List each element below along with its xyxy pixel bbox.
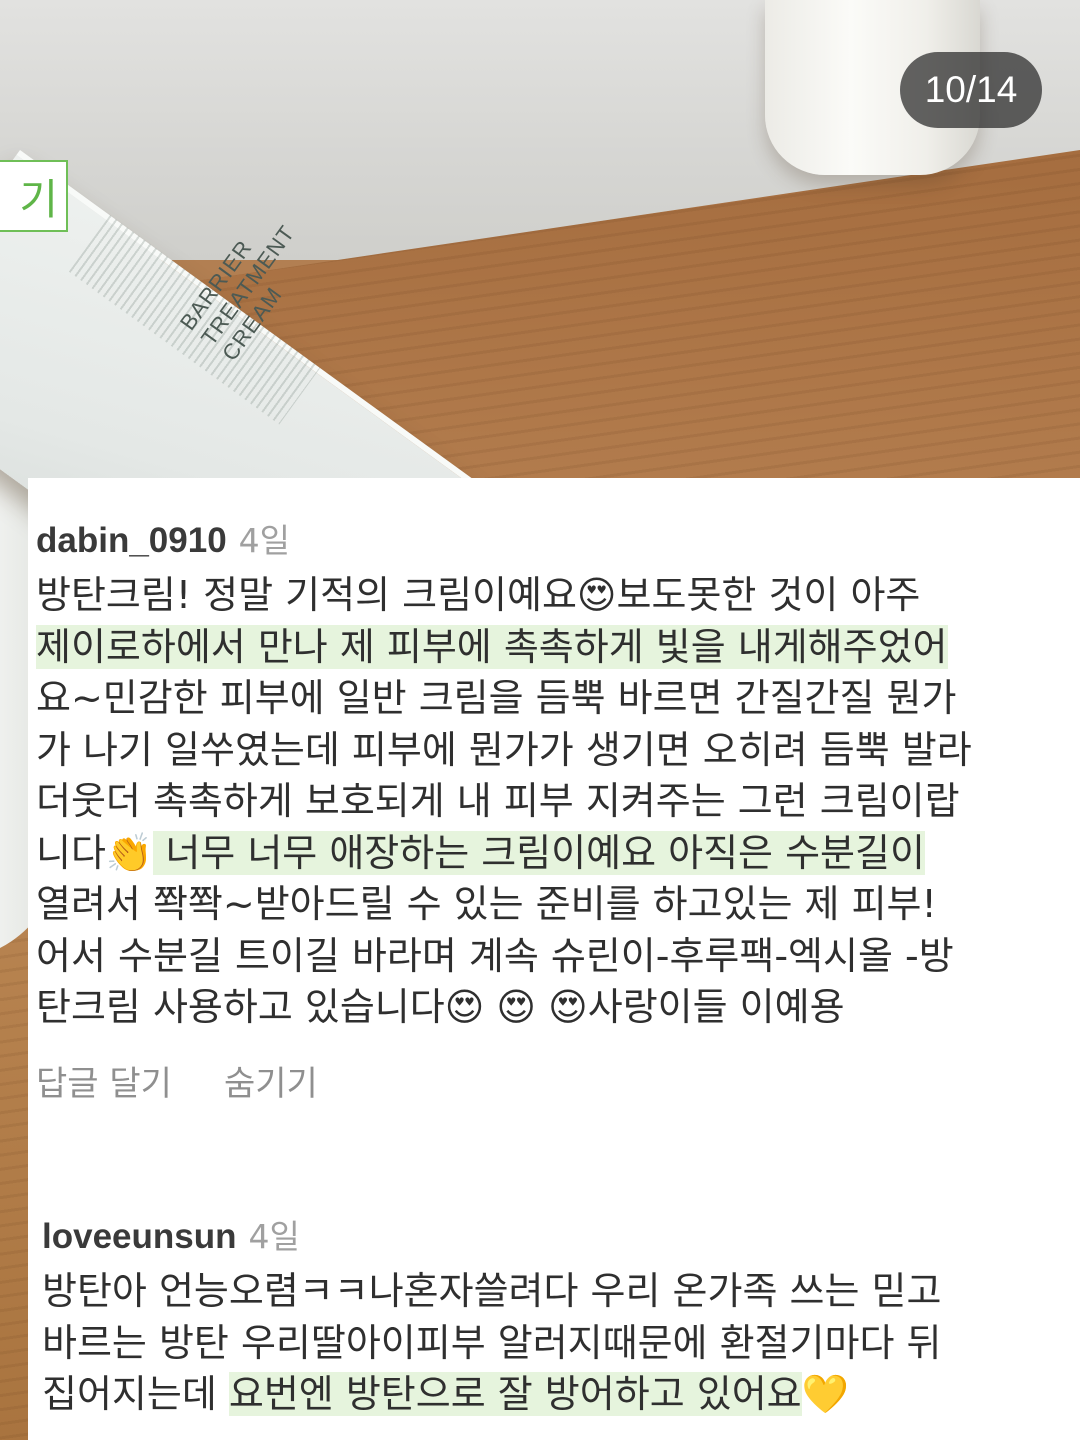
comment-text: 바르는 방탄 우리딸아이피부 알러지때문에 환절기마다 뒤: [42, 1320, 942, 1365]
comment-line: 방탄아 언능오렴ㅋㅋ나혼자쓸려다 우리 온가족 쓰는 믿고: [42, 1266, 1064, 1318]
reply-button[interactable]: 답글 달기: [36, 1056, 172, 1105]
comment-text: 보도못한 것이 아주: [616, 573, 921, 617]
comment-text: 더웃더 촉촉하게 보호되게 내 피부 지켜주는 그런 크림이랍: [36, 779, 960, 823]
comments-card: dabin_0910 4일 방탄크림! 정말 기적의 크림이예요😍보도못한 것이…: [28, 478, 1080, 1440]
emoji-icon: 💛: [801, 1372, 849, 1416]
comment-line: 방탄크림! 정말 기적의 크림이예요😍보도못한 것이 아주: [36, 570, 1064, 622]
comment-line: 제이로하에서 만나 제 피부에 촉촉하게 빛을 내게해주었어: [36, 622, 1064, 674]
comment-meta: dabin_0910 4일: [36, 514, 1064, 570]
comment-line: 요~민감한 피부에 일반 크림을 듬뿍 바르면 간질간질 뭔가: [36, 673, 1064, 725]
comment-text: 사랑이들 이예용: [587, 985, 845, 1029]
comment-text: 니다: [36, 830, 106, 875]
comment-line: 니다👏 너무 너무 애장하는 크림이예요 아직은 수분길이: [36, 828, 1064, 880]
emoji-icon: 👏: [105, 830, 154, 875]
comment-body: 방탄아 언능오렴ㅋㅋ나혼자쓸려다 우리 온가족 쓰는 믿고바르는 방탄 우리딸아…: [42, 1266, 1064, 1421]
comment-line: 바르는 방탄 우리딸아이피부 알러지때문에 환절기마다 뒤: [42, 1318, 1064, 1370]
emoji-icon: 😍 😍 😍: [444, 985, 588, 1029]
slide-counter-badge: 10/14: [900, 52, 1042, 128]
comment-text: 집어지는데: [42, 1372, 229, 1416]
comment-text: 어서 수분길 트이길 바라며 계속 슈린이-후루팩-엑시올 -방: [36, 933, 954, 978]
comment-line: 탄크림 사용하고 있습니다😍 😍 😍사랑이들 이예용: [36, 982, 1064, 1034]
side-tab-label: 기: [19, 174, 58, 224]
comment-body: 방탄크림! 정말 기적의 크림이예요😍보도못한 것이 아주 제이로하에서 만나 제…: [36, 570, 1064, 1034]
comment: dabin_0910 4일 방탄크림! 정말 기적의 크림이예요😍보도못한 것이…: [28, 478, 1080, 1105]
comment-line: 더웃더 촉촉하게 보호되게 내 피부 지켜주는 그런 크림이랍: [36, 776, 1064, 828]
emoji-icon: 😍: [576, 573, 617, 617]
comment-text: 방탄아 언능오렴ㅋㅋ나혼자쓸려다 우리 온가족 쓰는 믿고: [42, 1269, 942, 1313]
highlighted-text: 너무 너무 애장하는 크림이예요 아직은 수분길이: [153, 830, 925, 875]
comment-line: 열려서 쫙쫙~받아드릴 수 있는 준비를 하고있는 제 피부!: [36, 879, 1064, 931]
comment-actions: 답글 달기 숨기기: [36, 1056, 1064, 1105]
slide-counter: 10/14: [924, 69, 1018, 110]
comment-text: 방탄크림! 정말 기적의 크림이예요: [36, 573, 577, 617]
hide-button[interactable]: 숨기기: [224, 1056, 318, 1105]
comment-text: 요~민감한 피부에 일반 크림을 듬뿍 바르면 간질간질 뭔가: [36, 676, 957, 720]
highlighted-text: 제이로하에서 만나 제 피부에 촉촉하게 빛을 내게해주었어: [36, 624, 948, 669]
comment-time: 4일: [238, 521, 291, 560]
comment-username[interactable]: loveeunsun: [42, 1217, 236, 1257]
comment-username[interactable]: dabin_0910: [36, 521, 227, 561]
comment-line: 어서 수분길 트이길 바라며 계속 슈린이-후루팩-엑시올 -방: [36, 931, 1064, 983]
comment-time: 4일: [248, 1217, 300, 1256]
comment-text: 탄크림 사용하고 있습니다: [36, 985, 445, 1029]
comment-line: 집어지는데 요번엔 방탄으로 잘 방어하고 있어요💛: [42, 1369, 1064, 1421]
comment-text: 가 나기 일쑤였는데 피부에 뭔가가 생기면 오히려 듬뿍 발라: [36, 727, 972, 772]
comment-meta: loveeunsun 4일: [42, 1210, 1064, 1266]
comment-line: 가 나기 일쑤였는데 피부에 뭔가가 생기면 오히려 듬뿍 발라: [36, 725, 1064, 777]
comment-text: 열려서 쫙쫙~받아드릴 수 있는 준비를 하고있는 제 피부!: [36, 882, 937, 926]
highlighted-text: 요번엔 방탄으로 잘 방어하고 있어요: [228, 1372, 802, 1416]
comment: loveeunsun 4일 방탄아 언능오렴ㅋㅋ나혼자쓸려다 우리 온가족 쓰는…: [28, 1182, 1080, 1421]
side-tab[interactable]: 기: [0, 160, 68, 232]
